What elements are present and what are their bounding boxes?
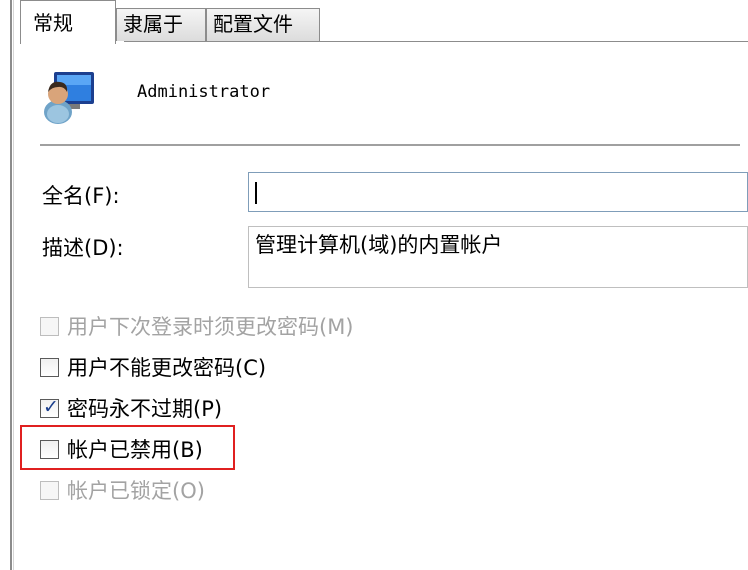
label-cannot-change-password[interactable]: 用户不能更改密码(C) xyxy=(67,352,266,382)
user-name: Administrator xyxy=(137,82,271,102)
option-password-never-expires[interactable]: ✓ 密码永不过期(P) xyxy=(40,393,222,423)
tab-member-of[interactable]: 隶属于 xyxy=(116,8,206,41)
fullname-input[interactable] xyxy=(248,172,748,212)
tab-bar-line xyxy=(124,41,748,42)
fullname-label: 全名(F): xyxy=(42,184,120,208)
label-account-locked: 帐户已锁定(O) xyxy=(67,479,205,503)
checkbox-must-change-password xyxy=(40,316,59,336)
checkbox-account-locked xyxy=(40,480,59,500)
checkmark-icon: ✓ xyxy=(43,395,59,418)
description-label: 描述(D): xyxy=(42,236,124,260)
header-divider xyxy=(40,144,740,146)
checkbox-password-never-expires[interactable]: ✓ xyxy=(40,395,59,418)
text-caret xyxy=(255,182,257,204)
tab-strip: 常规 隶属于 配置文件 xyxy=(14,0,748,44)
checkbox-cannot-change-password[interactable] xyxy=(40,357,59,377)
tab-general[interactable]: 常规 xyxy=(20,0,116,44)
option-must-change-password: 用户下次登录时须更改密码(M) xyxy=(40,311,354,341)
option-account-locked: 帐户已锁定(O) xyxy=(40,475,205,505)
option-cannot-change-password[interactable]: 用户不能更改密码(C) xyxy=(40,352,266,382)
description-input[interactable]: 管理计算机(域)的内置帐户 xyxy=(248,226,748,288)
window-left-edge-inner xyxy=(13,0,14,570)
label-password-never-expires[interactable]: 密码永不过期(P) xyxy=(67,393,222,423)
user-account-icon xyxy=(40,70,102,130)
highlight-annotation-box xyxy=(20,425,235,470)
window-left-edge xyxy=(10,0,12,570)
tab-profile[interactable]: 配置文件 xyxy=(206,8,320,41)
label-must-change-password: 用户下次登录时须更改密码(M) xyxy=(67,315,354,339)
